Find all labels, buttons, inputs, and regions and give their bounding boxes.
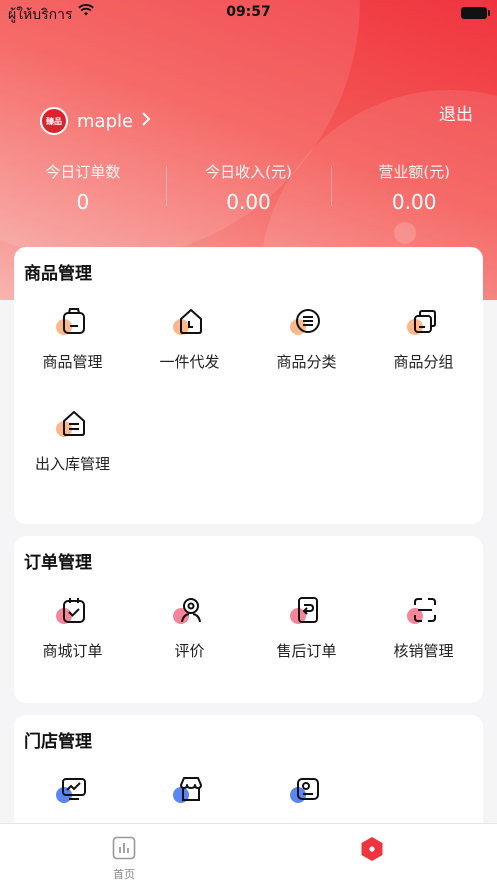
verification-entry[interactable]: 核销管理 — [365, 594, 482, 696]
id-card-icon — [289, 773, 324, 807]
bag-icon — [55, 305, 90, 339]
goods-manage-entry[interactable]: 商品管理 — [14, 305, 131, 407]
dropship-entry[interactable]: 一件代发 — [131, 305, 248, 407]
mall-orders-entry[interactable]: 商城订单 — [14, 594, 131, 696]
reviews-entry[interactable]: 评价 — [131, 594, 248, 696]
hexagon-icon — [360, 836, 384, 866]
battery-icon — [461, 7, 490, 19]
aftersale-orders-entry[interactable]: 售后订单 — [248, 594, 365, 696]
scan-icon — [406, 594, 441, 628]
tab-second[interactable] — [248, 824, 496, 883]
stat-income: 今日收入(元) 0.00 — [165, 158, 332, 216]
section-title: 门店管理 — [24, 732, 92, 752]
store-icon — [172, 773, 207, 807]
chart-monitor-icon — [55, 773, 90, 807]
status-bar: ผู้ให้บริการ 09:57 — [0, 0, 497, 26]
order-management-card: 订单管理 商城订单 评价 售后订单 核销管理 — [14, 536, 483, 703]
stack-icon — [406, 305, 441, 339]
list-circle-icon — [289, 305, 324, 339]
section-title: 订单管理 — [24, 553, 92, 573]
clock: 09:57 — [226, 4, 271, 20]
profile-link[interactable]: 臻品 maple — [40, 106, 151, 136]
tab-home-label: 首页 — [113, 868, 135, 881]
return-doc-icon — [289, 594, 324, 628]
bottom-tab-bar: 首页 — [0, 823, 497, 883]
goods-management-card: 商品管理 商品管理 一件代发 商品分类 商品分组 出入库管理 — [14, 247, 483, 524]
house-icon — [172, 305, 207, 339]
calendar-check-icon — [55, 594, 90, 628]
goods-category-entry[interactable]: 商品分类 — [248, 305, 365, 407]
stat-turnover: 营业额(元) 0.00 — [331, 158, 497, 216]
location-user-icon — [172, 594, 207, 628]
stats-row: 今日订单数 0 今日收入(元) 0.00 营业额(元) 0.00 — [0, 158, 497, 216]
tab-home[interactable]: 首页 — [0, 824, 248, 883]
username: maple — [77, 110, 134, 132]
chevron-right-icon — [141, 111, 151, 132]
stat-orders: 今日订单数 0 — [45, 163, 121, 214]
logout-button[interactable]: 退出 — [439, 100, 473, 125]
warehouse-icon — [55, 407, 90, 441]
bar-chart-icon — [112, 836, 136, 864]
goods-group-entry[interactable]: 商品分组 — [365, 305, 482, 407]
avatar: 臻品 — [40, 107, 68, 135]
inventory-entry[interactable]: 出入库管理 — [14, 407, 131, 509]
section-title: 商品管理 — [24, 264, 92, 284]
avatar-logo-text: 臻品 — [46, 116, 62, 126]
